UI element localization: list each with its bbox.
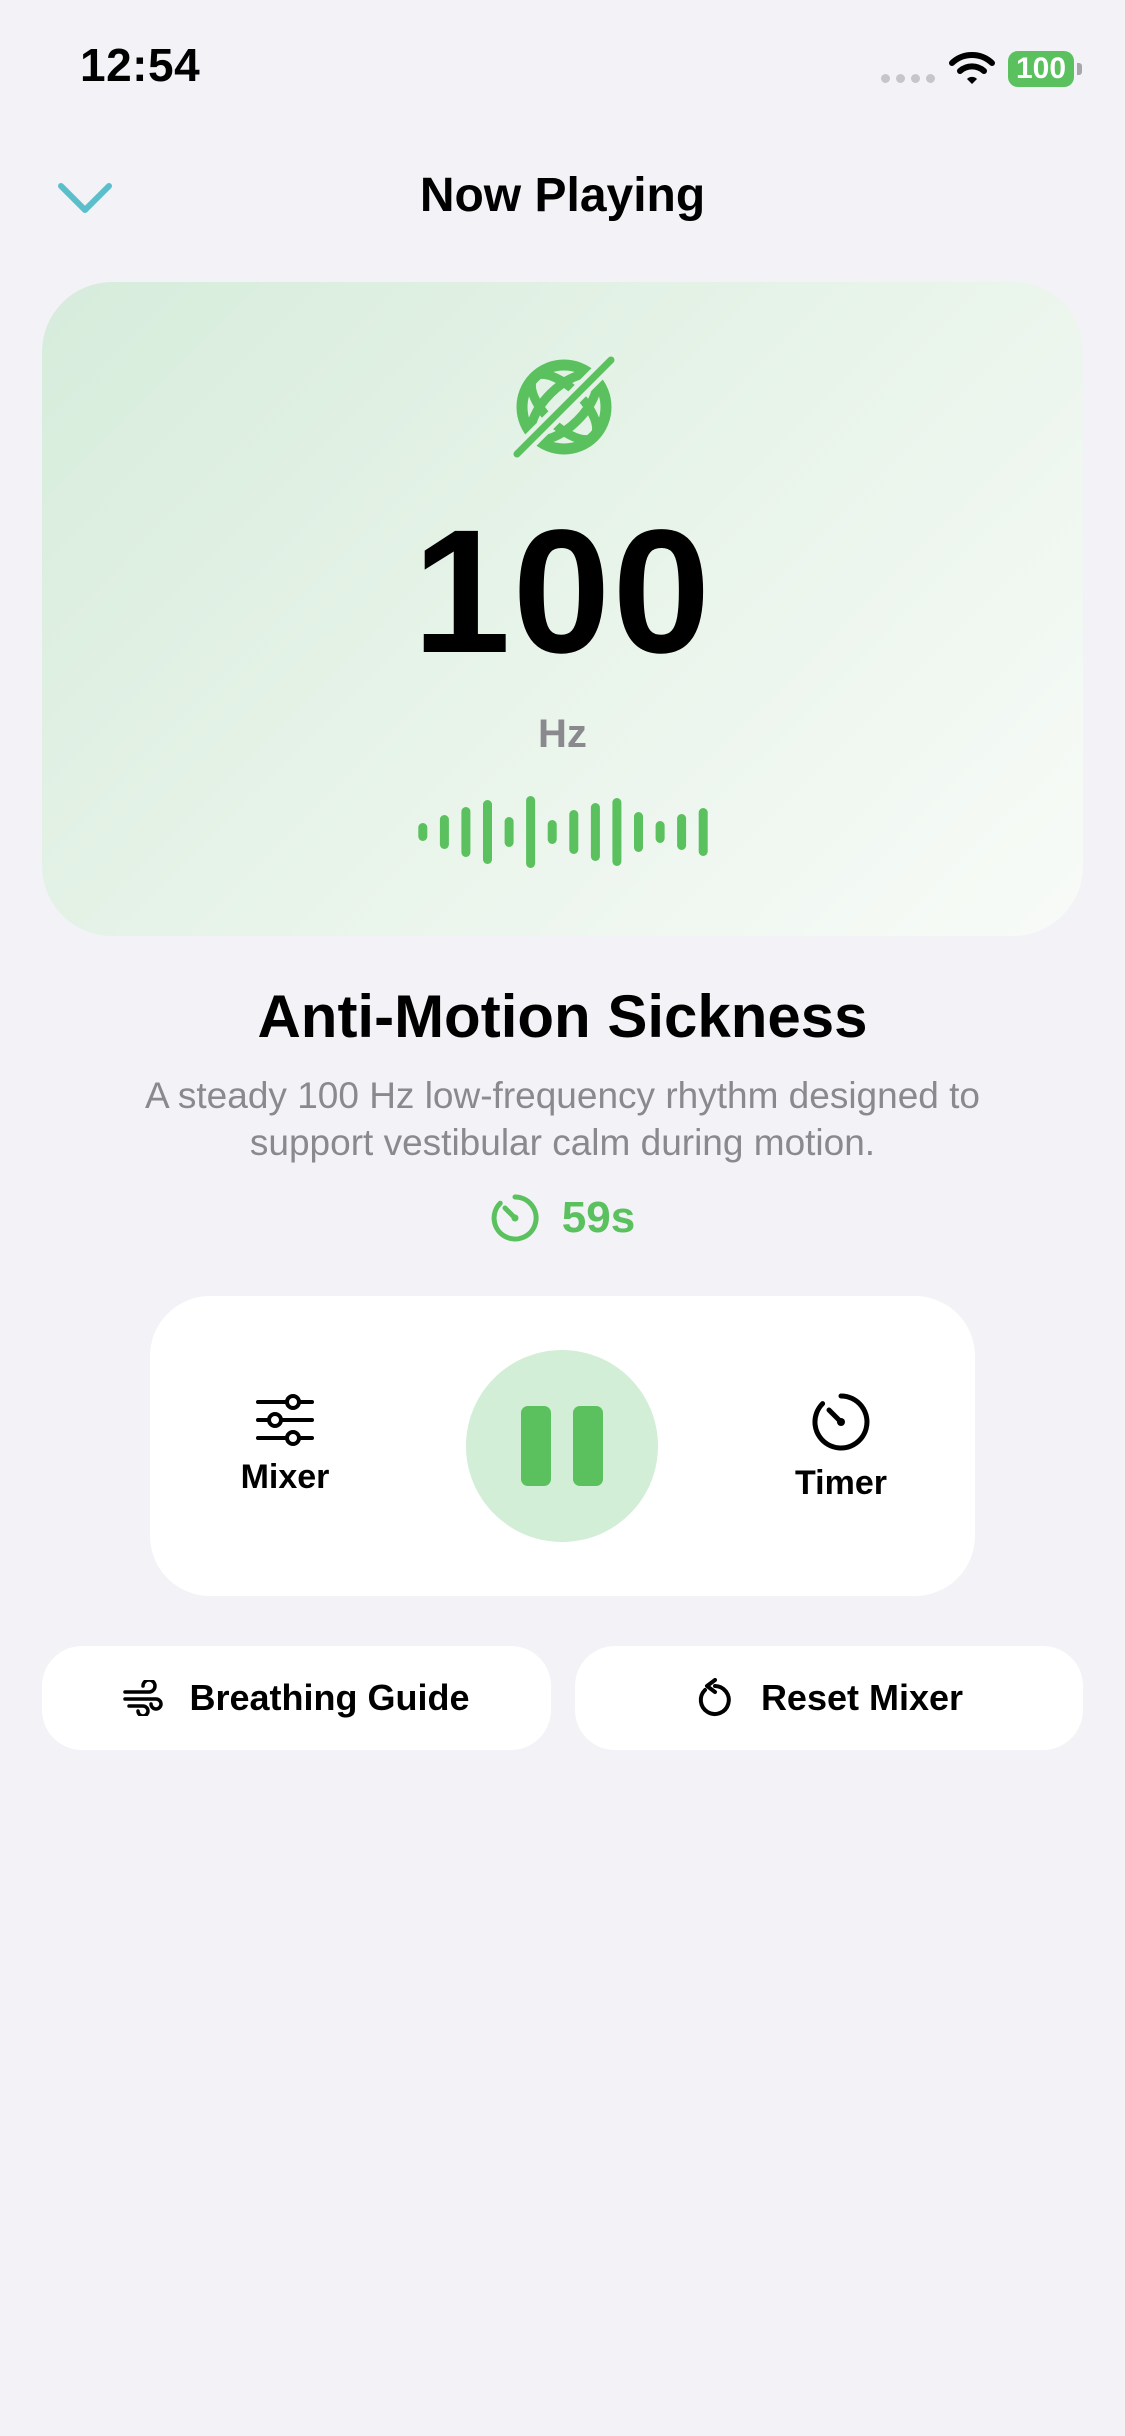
timer-icon xyxy=(491,1194,539,1242)
battery-level: 100 xyxy=(1008,51,1074,87)
waveform-bar xyxy=(461,807,471,857)
waveform-bar xyxy=(418,823,428,841)
waveform-bar xyxy=(504,817,514,847)
waveform-bar xyxy=(677,814,687,850)
sound-description: A steady 100 Hz low-frequency rhythm des… xyxy=(144,1075,980,1163)
waveform-bar xyxy=(612,798,622,866)
cellular-signal-icon xyxy=(881,74,935,83)
frequency-card: 100 Hz xyxy=(42,282,1083,936)
battery-icon: 100 xyxy=(1008,51,1082,87)
waveform-bar xyxy=(569,810,579,854)
reset-icon xyxy=(698,1678,731,1716)
waveform-bar xyxy=(590,803,600,861)
waveform-bar xyxy=(483,800,492,864)
status-time: 12:54 xyxy=(80,39,201,91)
waveform-bar xyxy=(439,815,449,849)
pause-icon xyxy=(521,1406,551,1486)
waveform-bar xyxy=(526,796,536,868)
playback-controls: Mixer Timer xyxy=(150,1296,975,1596)
frequency-value: 100 xyxy=(412,494,713,690)
timer-icon xyxy=(812,1393,870,1451)
reset-mixer-label: Reset Mixer xyxy=(760,1677,964,1718)
wind-icon xyxy=(123,1680,164,1716)
reset-mixer-button[interactable]: Reset Mixer xyxy=(575,1646,1083,1750)
motion-sickness-icon xyxy=(509,352,619,462)
sliders-icon xyxy=(256,1394,314,1446)
waveform-bar xyxy=(547,820,557,844)
mixer-button[interactable]: Mixer xyxy=(220,1394,350,1497)
pause-button[interactable] xyxy=(466,1350,658,1542)
page-title: Now Playing xyxy=(419,169,706,222)
remaining-time: 59s xyxy=(0,1193,1125,1243)
remaining-time-label: 59s xyxy=(561,1193,636,1242)
breathing-guide-button[interactable]: Breathing Guide xyxy=(42,1646,551,1750)
sound-title: Anti-Motion Sickness xyxy=(257,983,868,1050)
frequency-unit: Hz xyxy=(538,712,587,756)
waveform-bar xyxy=(655,821,665,843)
waveform-bar xyxy=(634,812,643,852)
timer-label: Timer xyxy=(795,1464,887,1502)
mixer-label: Mixer xyxy=(240,1458,330,1496)
waveform-icon xyxy=(418,796,708,868)
status-bar: 12:54 100 xyxy=(0,0,1125,140)
wifi-icon xyxy=(949,52,995,84)
breathing-guide-label: Breathing Guide xyxy=(189,1677,470,1718)
waveform-bar xyxy=(698,808,708,856)
timer-button[interactable]: Timer xyxy=(776,1392,906,1503)
